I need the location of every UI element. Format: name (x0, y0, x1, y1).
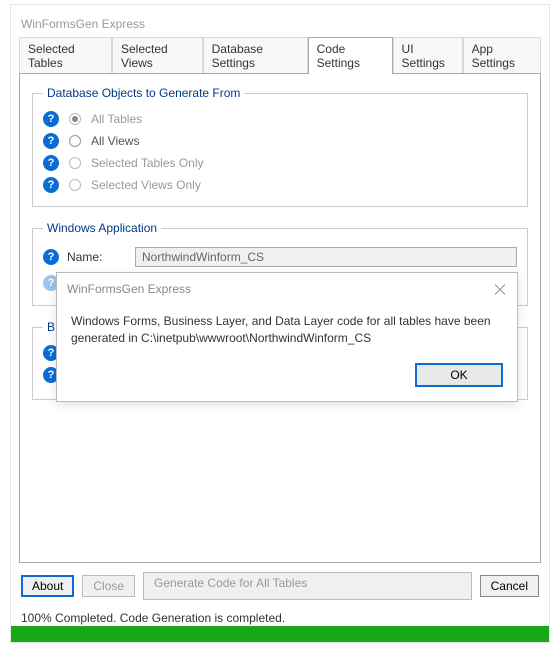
groupbox-db-objects-legend: Database Objects to Generate From (43, 86, 244, 100)
window-title: WinFormsGen Express (11, 5, 549, 35)
radio-selected-views[interactable] (69, 179, 81, 191)
radio-label-all-tables: All Tables (91, 112, 142, 126)
help-icon[interactable]: ? (43, 249, 59, 265)
close-icon[interactable] (493, 282, 507, 296)
radio-label-all-views: All Views (91, 134, 139, 148)
name-input[interactable] (135, 247, 517, 267)
help-icon[interactable]: ? (43, 111, 59, 127)
radio-all-tables[interactable] (69, 113, 81, 125)
radio-label-selected-views: Selected Views Only (91, 178, 201, 192)
radio-all-views[interactable] (69, 135, 81, 147)
tab-selected-tables[interactable]: Selected Tables (19, 37, 112, 74)
dialog-titlebar: WinFormsGen Express (57, 273, 517, 305)
radio-row-all-views[interactable]: ? All Views (43, 130, 517, 152)
radio-row-selected-tables[interactable]: ? Selected Tables Only (43, 152, 517, 174)
radio-row-selected-views[interactable]: ? Selected Views Only (43, 174, 517, 196)
name-label: Name: (67, 250, 127, 264)
help-icon[interactable]: ? (43, 133, 59, 149)
radio-row-all-tables[interactable]: ? All Tables (43, 108, 517, 130)
ok-button[interactable]: OK (415, 363, 503, 387)
groupbox-win-app-legend: Windows Application (43, 221, 161, 235)
dialog-title: WinFormsGen Express (67, 282, 191, 296)
status-text: 100% Completed. Code Generation is compl… (11, 608, 549, 626)
dialog-body: Windows Forms, Business Layer, and Data … (57, 305, 517, 363)
groupbox-db-objects: Database Objects to Generate From ? All … (32, 86, 528, 207)
generate-button[interactable]: Generate Code for All Tables (143, 572, 472, 600)
name-row: ? Name: (43, 243, 517, 271)
help-icon[interactable]: ? (43, 177, 59, 193)
message-dialog: WinFormsGen Express Windows Forms, Busin… (56, 272, 518, 402)
help-icon[interactable]: ? (43, 155, 59, 171)
close-button[interactable]: Close (82, 575, 135, 597)
about-button[interactable]: About (21, 575, 74, 597)
button-bar: About Close Generate Code for All Tables… (11, 564, 549, 608)
radio-selected-tables[interactable] (69, 157, 81, 169)
dialog-footer: OK (57, 363, 517, 401)
progress-bar (11, 626, 549, 642)
tab-database-settings[interactable]: Database Settings (203, 37, 308, 74)
cancel-button[interactable]: Cancel (480, 575, 539, 597)
tab-app-settings[interactable]: App Settings (463, 37, 541, 74)
tab-strip: Selected Tables Selected Views Database … (19, 37, 541, 74)
tab-code-settings[interactable]: Code Settings (308, 37, 393, 74)
radio-label-selected-tables: Selected Tables Only (91, 156, 204, 170)
tab-ui-settings[interactable]: UI Settings (393, 37, 463, 74)
tab-selected-views[interactable]: Selected Views (112, 37, 203, 74)
